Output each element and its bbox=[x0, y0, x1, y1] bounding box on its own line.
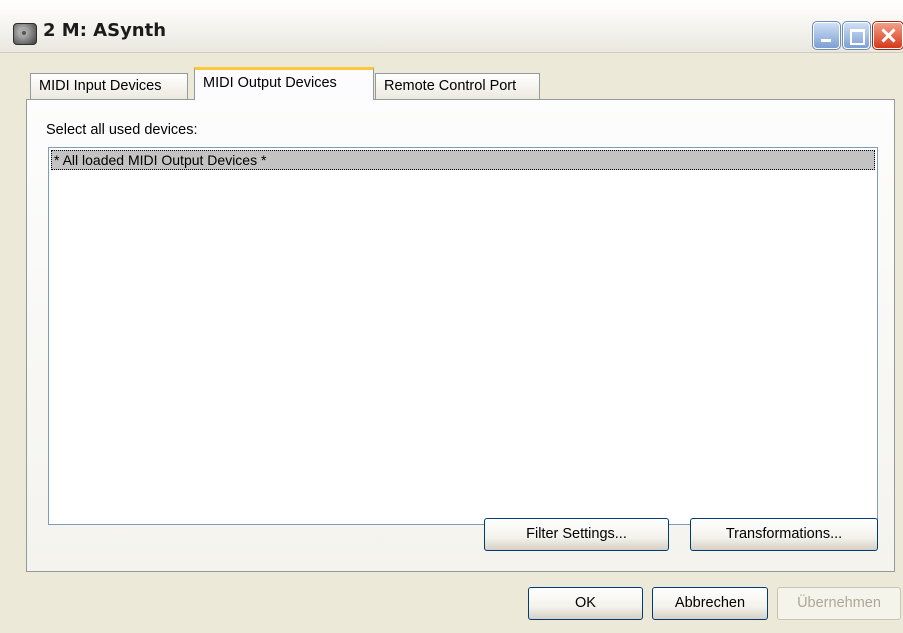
apply-label: Übernehmen bbox=[797, 595, 881, 611]
tab-midi-output-devices[interactable]: MIDI Output Devices bbox=[194, 67, 374, 100]
list-item[interactable]: * All loaded MIDI Output Devices * bbox=[51, 150, 875, 170]
ok-label: OK bbox=[575, 595, 596, 611]
transformations-label: Transformations... bbox=[725, 526, 843, 542]
filter-settings-label: Filter Settings... bbox=[526, 526, 627, 542]
ok-button[interactable]: OK bbox=[528, 587, 643, 620]
maximize-icon[interactable] bbox=[842, 21, 871, 50]
cancel-button[interactable]: Abbrechen bbox=[652, 587, 768, 620]
transformations-button[interactable]: Transformations... bbox=[690, 518, 878, 551]
title-bar[interactable]: 2 M: ASynth bbox=[0, 0, 903, 53]
cancel-label: Abbrechen bbox=[674, 595, 746, 611]
close-icon[interactable] bbox=[872, 21, 903, 50]
tab-panel: Select all used devices: * All loaded MI… bbox=[26, 99, 895, 572]
select-devices-label: Select all used devices: bbox=[46, 122, 198, 138]
devices-listbox[interactable]: * All loaded MIDI Output Devices * bbox=[48, 147, 878, 525]
tab-remote-control-port[interactable]: Remote Control Port bbox=[375, 73, 540, 99]
tab-midi-input-devices[interactable]: MIDI Input Devices bbox=[30, 73, 188, 99]
midi-plugin-icon[interactable] bbox=[13, 23, 37, 45]
apply-button[interactable]: Übernehmen bbox=[777, 587, 901, 620]
minimize-icon[interactable] bbox=[812, 21, 841, 50]
window-title: 2 M: ASynth bbox=[43, 20, 167, 41]
filter-settings-button[interactable]: Filter Settings... bbox=[484, 518, 669, 551]
dialog-window: 2 M: ASynth MIDI Input Devices MIDI Outp… bbox=[0, 0, 903, 633]
